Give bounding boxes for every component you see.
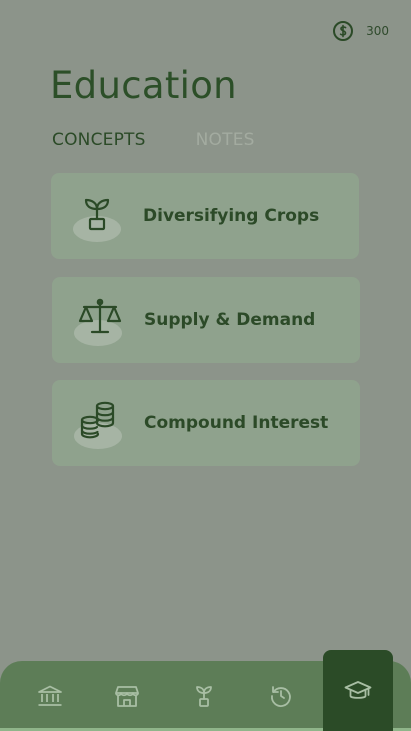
coin-stack-icon [80,401,115,439]
concept-card-compound-interest[interactable]: Compound Interest [52,380,360,466]
tab-concepts[interactable]: CONCEPTS [52,130,146,150]
bottom-navigation [0,650,411,731]
nav-history[interactable] [246,661,316,731]
nav-education[interactable] [323,650,393,731]
concept-label: Supply & Demand [144,310,316,330]
tab-notes[interactable]: NOTES [196,130,255,150]
nav-store[interactable] [92,661,162,731]
dollar-circle-icon [333,21,354,41]
graduation-cap-icon [344,680,372,699]
tab-bar: CONCEPTS NOTES [52,130,255,150]
nav-bank[interactable] [15,661,85,731]
history-icon [271,686,291,707]
coin-balance: 300 [332,20,389,42]
concept-icon-wrap [73,190,125,242]
nav-farm[interactable] [169,661,239,731]
sprout-icon [196,686,212,707]
concept-label: Diversifying Crops [143,206,320,226]
concept-card-diversifying-crops[interactable]: Diversifying Crops [51,173,359,259]
concept-card-supply-demand[interactable]: Supply & Demand [52,277,360,363]
store-icon [115,686,139,707]
bank-icon [38,685,62,706]
sprout-pot-icon [84,198,110,231]
page-title: Education [50,64,237,107]
concept-label: Compound Interest [144,413,329,433]
coin-amount: 300 [366,24,389,38]
concept-icon-wrap [74,397,126,449]
balance-scale-icon [78,298,122,334]
concept-icon-wrap [74,294,126,346]
